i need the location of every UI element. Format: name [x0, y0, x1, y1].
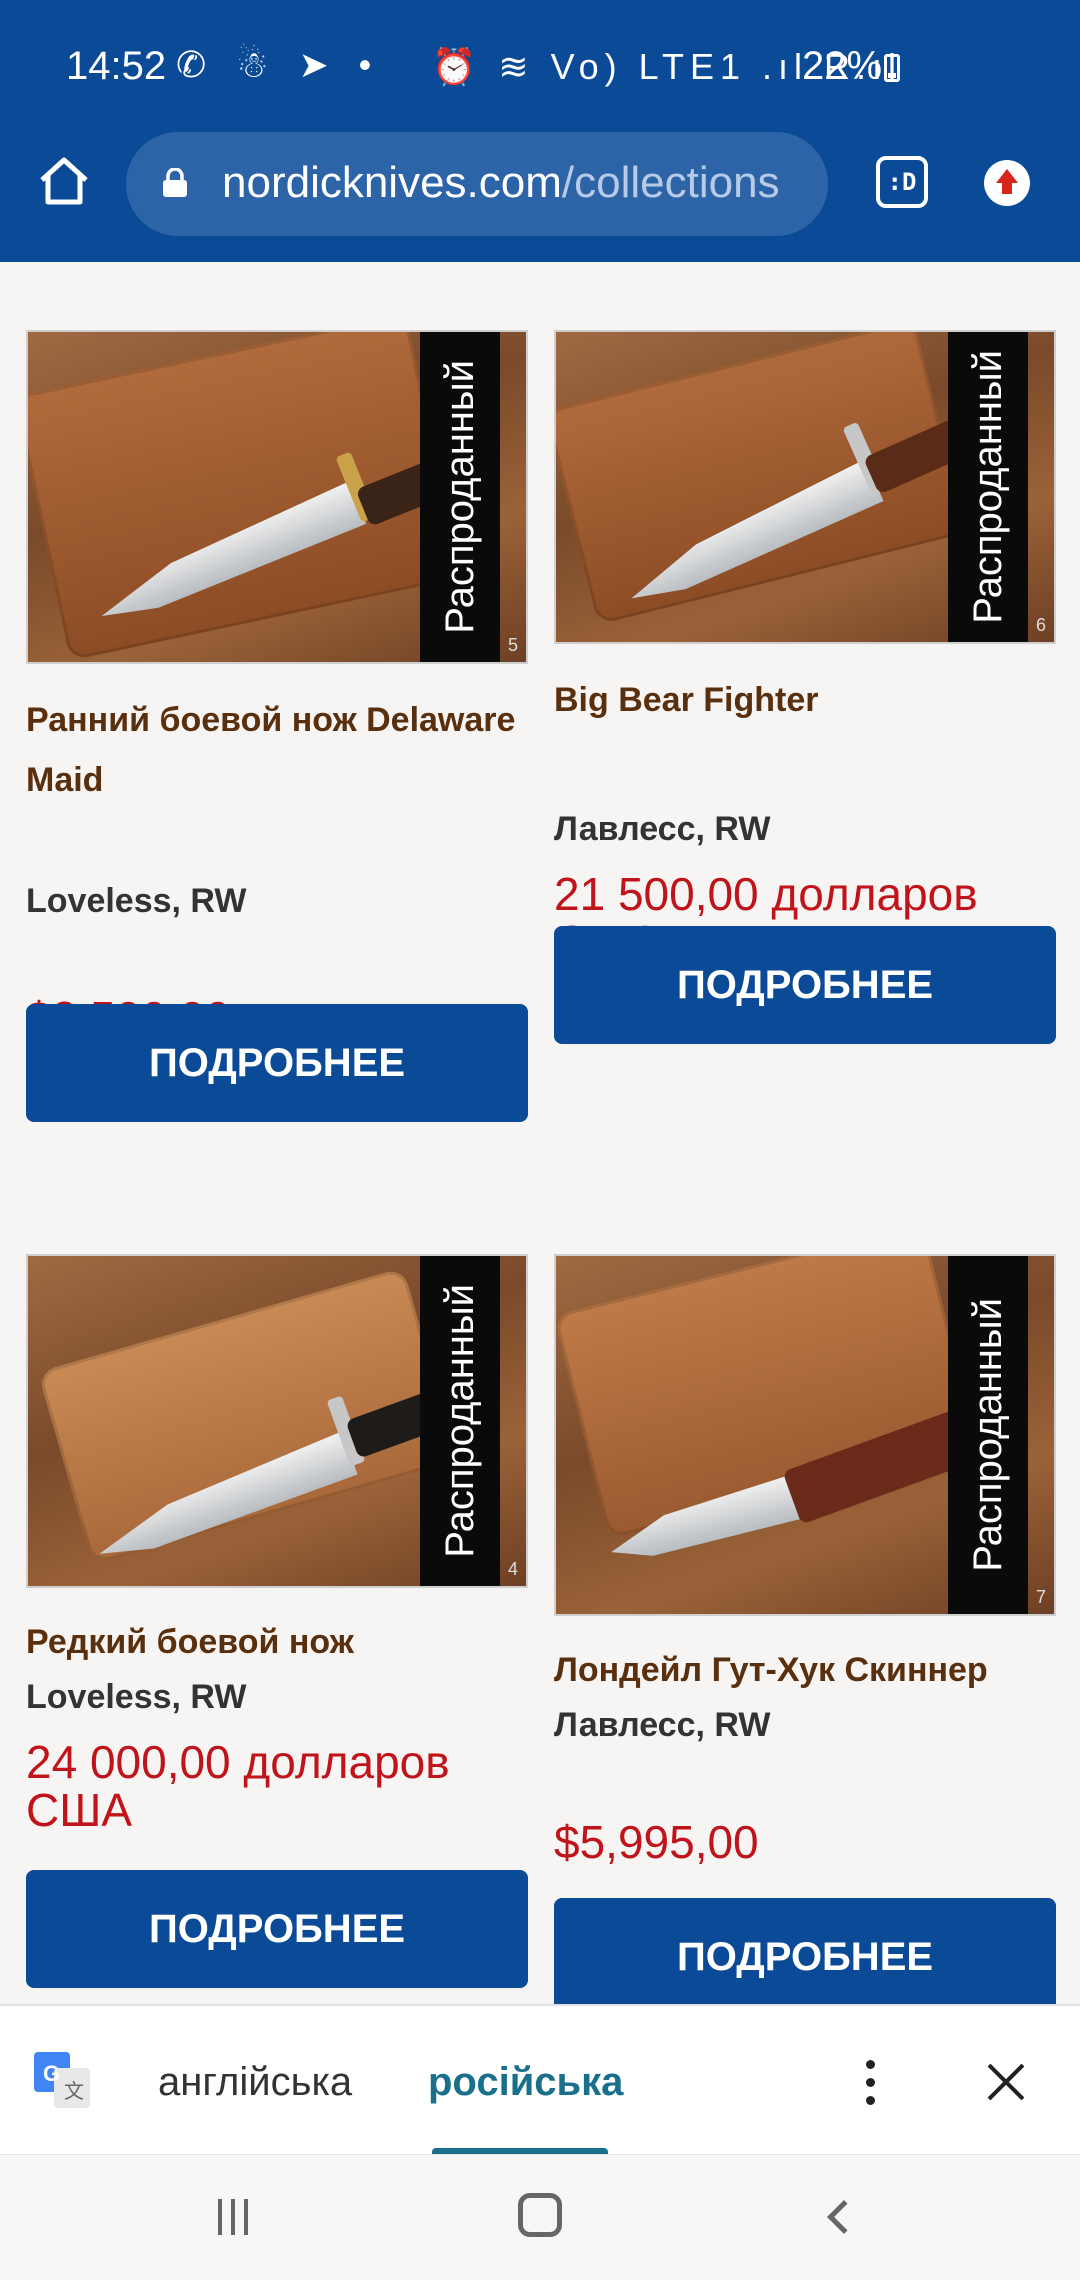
system-navigation-bar — [0, 2154, 1080, 2280]
product-price: 24 000,00 долларов США — [26, 1736, 450, 1836]
back-icon[interactable] — [827, 2200, 861, 2234]
battery-percent: 22% — [802, 44, 883, 88]
home-button[interactable] — [36, 152, 92, 208]
product-image[interactable]: Распроданный 6 — [554, 330, 1056, 644]
source-language-tab[interactable]: англійська — [158, 2060, 352, 2105]
sold-out-badge: Распроданный — [420, 332, 500, 662]
url-host: nordicknives.com — [222, 158, 562, 207]
details-button[interactable]: ПОДРОБНЕЕ — [26, 1870, 528, 1988]
product-image[interactable]: Распроданный 7 — [554, 1254, 1056, 1616]
target-language-tab[interactable]: російська — [428, 2060, 623, 2105]
product-title[interactable]: Лондейл Гут-Хук Скиннер — [554, 1640, 1074, 1700]
sold-out-badge: Распроданный — [420, 1256, 500, 1586]
image-number: 4 — [507, 1559, 518, 1579]
address-bar[interactable]: nordicknives.com/collections — [126, 132, 828, 236]
product-title[interactable]: Ранний боевой нож Delaware Maid — [26, 690, 528, 810]
image-number: 7 — [1035, 1587, 1046, 1607]
more-options-icon[interactable] — [858, 2056, 882, 2106]
tab-switcher-button[interactable]: :D — [876, 156, 928, 208]
product-image[interactable]: Распроданный 4 — [26, 1254, 528, 1588]
product-maker: Loveless, RW — [26, 1678, 247, 1716]
google-translate-icon: G 文 — [34, 2052, 90, 2108]
sold-out-badge: Распроданный — [948, 332, 1028, 642]
product-image[interactable]: Распроданный 5 — [26, 330, 528, 664]
product-card: Распроданный 4 Редкий боевой нож Loveles… — [26, 1254, 528, 1974]
battery-icon — [884, 54, 900, 82]
svg-text:G: G — [43, 2061, 60, 2086]
update-arrow-icon[interactable] — [984, 160, 1030, 206]
recent-apps-icon[interactable] — [218, 2199, 258, 2237]
home-nav-icon[interactable] — [518, 2193, 562, 2237]
product-maker: Loveless, RW — [26, 882, 247, 920]
details-button[interactable]: ПОДРОБНЕЕ — [26, 1004, 528, 1122]
details-button[interactable]: ПОДРОБНЕЕ — [554, 1898, 1056, 2004]
url-text: nordicknives.com/collections — [222, 158, 780, 208]
home-icon — [40, 157, 88, 205]
svg-text:文: 文 — [64, 2079, 84, 2103]
product-maker: Лавлесс, RW — [554, 1706, 771, 1744]
product-card: Распроданный 7 Лондейл Гут-Хук Скиннер Л… — [554, 1254, 1056, 2004]
status-time: 14:52 — [66, 44, 167, 88]
product-price: $5,995,00 — [554, 1816, 759, 1868]
image-number: 5 — [507, 635, 518, 655]
product-grid: Распроданный 5 Ранний боевой нож Delawar… — [0, 262, 1080, 2004]
lock-icon — [163, 168, 187, 197]
notification-icons: ✆ ☃ ➤ • — [176, 44, 382, 85]
close-icon[interactable] — [986, 2062, 1026, 2102]
url-path: /collections — [561, 158, 780, 207]
product-title[interactable]: Редкий боевой нож — [26, 1612, 528, 1672]
image-number: 6 — [1035, 615, 1046, 635]
translate-bar: G 文 англійська російська — [0, 2004, 1080, 2156]
product-maker: Лавлесс, RW — [554, 810, 771, 848]
status-bar: 14:52 ✆ ☃ ➤ • ⏰ ≋ Vo) LTE1 .ıl R.ıl 22% — [0, 0, 1080, 130]
sold-out-badge: Распроданный — [948, 1256, 1028, 1614]
browser-header: 14:52 ✆ ☃ ➤ • ⏰ ≋ Vo) LTE1 .ıl R.ıl 22% … — [0, 0, 1080, 262]
product-title[interactable]: Big Bear Fighter — [554, 670, 1056, 730]
details-button[interactable]: ПОДРОБНЕЕ — [554, 926, 1056, 1044]
